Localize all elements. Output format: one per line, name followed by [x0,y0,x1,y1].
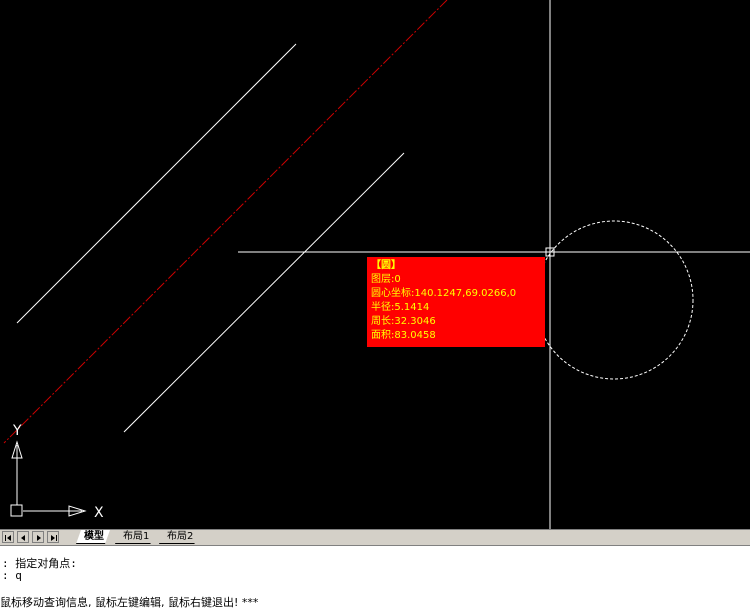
status-message: 鼠标移动查询信息, 鼠标左键编辑, 鼠标右键退出! *** [0,596,259,609]
tooltip-radius: 半径:5.1414 [371,302,430,313]
next-tab-button[interactable] [32,531,44,543]
tooltip-title: 【圆】 [371,260,401,271]
last-icon [51,535,57,541]
drawing-canvas[interactable]: Y X 【圆】 图层:0 圆心坐标:140.1247,69.0266,0 半径:… [0,0,750,529]
ucs-icon [10,440,87,517]
tooltip-layer: 图层:0 [371,274,401,285]
white-line-lower[interactable] [123,152,405,433]
white-line-upper[interactable] [16,43,297,324]
entity-info-tooltip: 【圆】 图层:0 圆心坐标:140.1247,69.0266,0 半径:5.14… [367,257,545,347]
tooltip-center: 圆心坐标:140.1247,69.0266,0 [371,288,517,299]
prev-icon [21,535,25,541]
command-window[interactable]: : 指定对角点: : q [0,545,750,591]
first-icon [5,535,11,541]
command-line-1: : 指定对角点: [2,557,77,570]
tab-model[interactable]: 模型 [76,530,110,544]
red-centerline[interactable] [3,0,448,444]
ucs-x-label: X [94,505,104,521]
ucs-y-label: Y [12,423,22,439]
first-tab-button[interactable] [2,531,14,543]
tooltip-perimeter: 周长:32.3046 [371,316,436,327]
layout-tab-bar: 模型 布局1 布局2 [0,529,750,545]
tooltip-area: 面积:83.0458 [371,330,436,341]
selected-circle[interactable] [534,220,694,380]
next-icon [37,535,41,541]
command-line-2: : q [2,569,22,582]
prev-tab-button[interactable] [17,531,29,543]
last-tab-button[interactable] [47,531,59,543]
tab-layout2[interactable]: 布局2 [159,530,199,544]
tab-layout1[interactable]: 布局1 [115,530,155,544]
